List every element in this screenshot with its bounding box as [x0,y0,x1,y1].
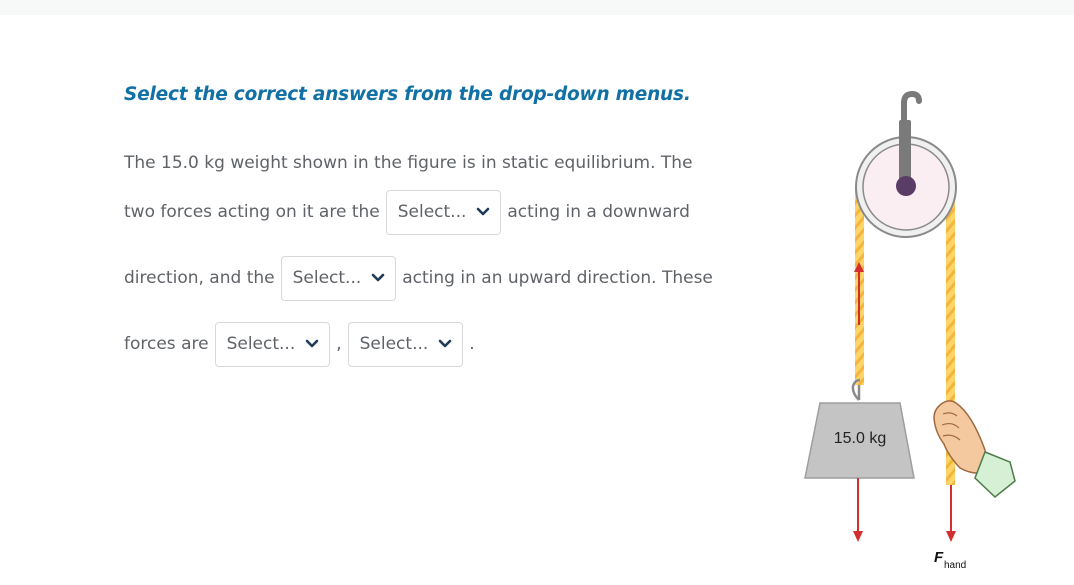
question-line-3: direction, and the Select... acting in a… [124,255,713,301]
weight-block: 15.0 kg [804,402,915,479]
dropdown-2-value: Select... [292,268,362,288]
pulley-wheel [855,120,957,238]
question-text-2b: acting in a downward [507,202,690,222]
force-label: F hand [934,549,966,571]
force-label-main: F [934,549,944,566]
dropdown-3[interactable]: Select... [214,321,331,367]
hand-force-arrow [946,485,956,542]
dropdown-1-value: Select... [397,202,467,222]
dropdown-2[interactable]: Select... [280,255,397,301]
dropdown-4[interactable]: Select... [347,321,464,367]
dropdown-3-value: Select... [226,334,296,354]
weight-label: 15.0 kg [834,430,886,447]
pulley-diagram: 15.0 kg F hand [804,90,1016,571]
question-text-2a: two forces acting on it are the [124,202,380,222]
question-line-1: The 15.0 kg weight shown in the figure i… [124,150,693,176]
question-text-3a: direction, and the [124,268,275,288]
question-line-4: forces are Select... , Select... . [124,321,475,367]
chevron-down-icon [438,339,452,348]
question-separator: , [336,334,342,354]
question-text-3b: acting in an upward direction. These [402,268,713,288]
force-label-sub: hand [944,560,966,571]
dropdown-1[interactable]: Select... [385,189,502,235]
question-text-4a: forces are [124,334,209,354]
question-text-1: The 15.0 kg weight shown in the figure i… [124,153,693,173]
chevron-down-icon [305,339,319,348]
weight-arrow [853,478,863,542]
chevron-down-icon [477,207,490,216]
question-end: . [469,334,475,354]
instruction-heading: Select the correct answers from the drop… [124,84,691,105]
dropdown-4-value: Select... [359,334,429,354]
top-bar [0,0,1074,15]
question-line-2: two forces acting on it are the Select..… [124,189,690,235]
chevron-down-icon [371,273,385,282]
